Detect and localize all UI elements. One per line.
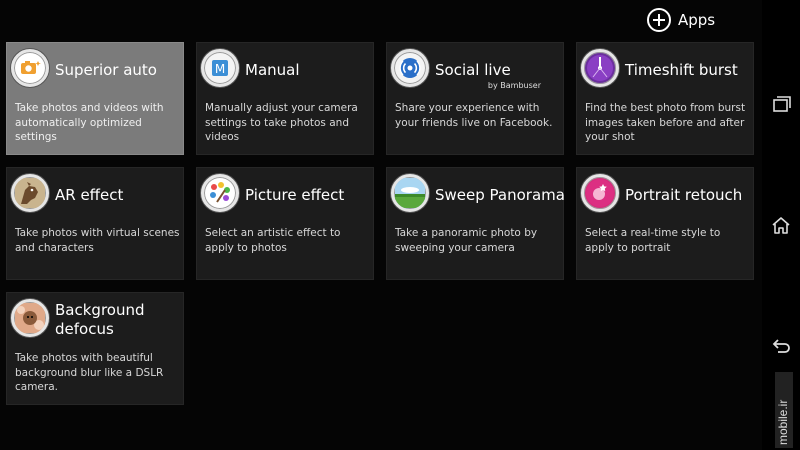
apps-button[interactable]: Apps — [647, 7, 715, 33]
mode-description: Take a panoramic photo by sweeping your … — [395, 227, 538, 254]
mode-selector-screen: Apps Superior auto Take photos and video… — [0, 0, 762, 450]
manual-icon: M — [201, 49, 239, 87]
mode-description: Take photos with virtual scenes and char… — [15, 227, 180, 254]
background-defocus-icon — [11, 299, 49, 337]
plus-circle-icon — [647, 8, 671, 32]
mode-description: Select a real-time style to apply to por… — [585, 227, 721, 254]
mode-title: Superior auto — [55, 61, 157, 79]
picture-effect-icon — [201, 174, 239, 212]
mode-title: Manual — [245, 61, 300, 79]
apps-label: Apps — [678, 11, 716, 29]
mode-tile-picture-effect[interactable]: Picture effect Select an artistic effect… — [196, 167, 374, 280]
home-icon[interactable] — [770, 214, 792, 236]
mode-title: Social live — [435, 61, 511, 79]
mode-title: Sweep Panorama — [435, 186, 565, 204]
mode-tile-manual[interactable]: M Manual Manually adjust your camera set… — [196, 42, 374, 155]
mode-title: Timeshift burst — [625, 61, 738, 79]
mode-tile-sweep-panorama[interactable]: Sweep Panorama Take a panoramic photo by… — [386, 167, 565, 280]
mode-title: Portrait retouch — [625, 186, 743, 204]
mode-tile-timeshift-burst[interactable]: Timeshift burst Find the best photo from… — [576, 42, 754, 155]
sweep-panorama-icon — [391, 174, 429, 212]
recent-apps-icon[interactable] — [770, 94, 792, 116]
mode-tile-superior-auto[interactable]: Superior auto Take photos and videos wit… — [6, 42, 184, 155]
mode-title: AR effect — [55, 186, 124, 204]
svg-text:M: M — [215, 62, 225, 76]
mode-title: Picture effect — [245, 186, 345, 204]
mode-description: Manually adjust your camera settings to … — [205, 102, 358, 143]
mode-subtitle: by Bambuser — [487, 81, 541, 90]
social-live-icon — [391, 49, 429, 87]
mode-title: Background defocus — [55, 301, 145, 338]
back-icon[interactable] — [770, 336, 792, 358]
watermark: mobile.ir — [775, 372, 793, 448]
mode-tile-background-defocus[interactable]: Background defocus Take photos with beau… — [6, 292, 184, 405]
portrait-retouch-icon — [581, 174, 619, 212]
mode-tile-social-live[interactable]: Social live by Bambuser Share your exper… — [386, 42, 564, 155]
mode-description: Take photos and videos with automaticall… — [15, 102, 164, 143]
mode-description: Share your experience with your friends … — [395, 102, 553, 129]
mode-description: Find the best photo from burst images ta… — [585, 102, 746, 143]
superior-auto-icon — [11, 49, 49, 87]
ar-effect-icon — [11, 174, 49, 212]
mode-tile-ar-effect[interactable]: AR effect Take photos with virtual scene… — [6, 167, 184, 280]
mode-description: Take photos with beautiful background bl… — [15, 352, 164, 393]
mode-tile-portrait-retouch[interactable]: Portrait retouch Select a real-time styl… — [576, 167, 754, 280]
timeshift-burst-icon — [581, 49, 619, 87]
mode-description: Select an artistic effect to apply to ph… — [205, 227, 341, 254]
